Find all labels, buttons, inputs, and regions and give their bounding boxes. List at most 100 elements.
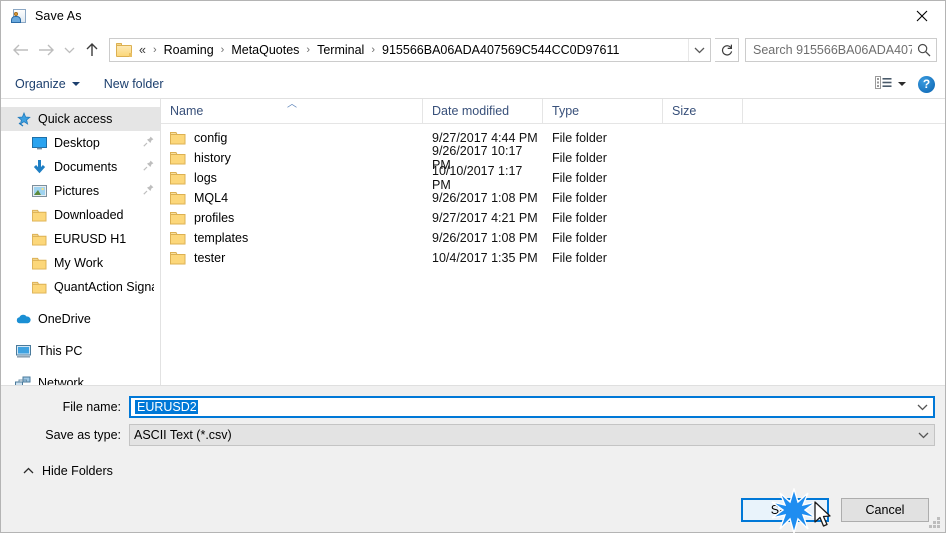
save-as-type-dropdown-icon[interactable]: [912, 431, 934, 439]
search-placeholder: Search 915566BA06ADA40756...: [753, 43, 912, 57]
pin-icon[interactable]: [143, 184, 154, 198]
column-header-type[interactable]: Type: [543, 98, 663, 124]
table-row[interactable]: history 9/26/2017 10:17 PM File folder: [161, 144, 945, 172]
file-name-row: File name: EURUSD2: [11, 396, 935, 418]
hide-folders-label: Hide Folders: [42, 464, 113, 478]
file-name-dropdown-icon[interactable]: [911, 403, 933, 411]
file-name-text: logs: [194, 171, 217, 185]
table-row[interactable]: config 9/27/2017 4:44 PM File folder: [161, 128, 945, 148]
file-name-cell: history: [161, 151, 423, 165]
desktop-icon: [31, 135, 47, 151]
sidebar-item-onedrive[interactable]: OneDrive: [1, 307, 160, 331]
command-bar-right: ?: [875, 69, 935, 99]
file-date-cell: 10/10/2017 1:17 PM: [432, 164, 523, 192]
navigation-bar: « › Roaming › MetaQuotes › Terminal › 91…: [1, 31, 945, 69]
column-header-date-modified[interactable]: Date modified: [423, 98, 543, 124]
save-button[interactable]: Save: [741, 498, 829, 522]
table-row[interactable]: MQL4 9/26/2017 1:08 PM File folder: [161, 188, 945, 208]
save-as-type-select[interactable]: ASCII Text (*.csv): [129, 424, 935, 446]
view-options-icon: [875, 76, 892, 92]
sidebar-item-label: Quick access: [38, 112, 113, 126]
table-row[interactable]: logs 10/10/2017 1:17 PM File folder: [161, 164, 945, 192]
sidebar-item-quantaction-signal[interactable]: QuantAction Signal: [1, 275, 160, 299]
file-name-text: profiles: [194, 211, 235, 225]
breadcrumb-separator: ›: [306, 44, 311, 56]
folder-icon: [170, 231, 186, 245]
breadcrumb-overflow[interactable]: «: [137, 43, 148, 57]
address-bar[interactable]: « › Roaming › MetaQuotes › Terminal › 91…: [109, 38, 711, 62]
sidebar-item-label: Downloaded: [54, 208, 124, 222]
file-name-cell: profiles: [161, 211, 423, 225]
search-input[interactable]: Search 915566BA06ADA40756...: [745, 38, 937, 62]
file-name-input[interactable]: EURUSD2: [129, 396, 935, 418]
breadcrumb: « › Roaming › MetaQuotes › Terminal › 91…: [137, 43, 688, 57]
breadcrumb-item-roaming[interactable]: Roaming: [162, 43, 216, 57]
sidebar-item-documents[interactable]: Documents: [1, 155, 160, 179]
folder-icon: [170, 151, 186, 165]
refresh-icon[interactable]: [715, 38, 739, 62]
file-name-cell: logs: [161, 171, 423, 185]
organize-button[interactable]: Organize: [15, 77, 80, 91]
pictures-icon: [31, 183, 47, 199]
resize-grip[interactable]: [929, 517, 941, 529]
back-icon[interactable]: [7, 37, 33, 63]
file-date-cell: 9/27/2017 4:21 PM: [432, 211, 538, 225]
command-bar: Organize New folder ?: [1, 69, 945, 99]
star-pin-icon: [15, 111, 31, 127]
table-row[interactable]: tester 10/4/2017 1:35 PM File folder: [161, 248, 945, 268]
file-date-cell: 9/26/2017 1:08 PM: [432, 191, 538, 205]
column-header-date-label: Date modified: [432, 104, 510, 118]
recent-locations-icon[interactable]: [59, 37, 79, 63]
column-header-size[interactable]: Size: [663, 98, 743, 124]
dialog-body: Quick access Desktop Documents Pictures Down…: [1, 98, 945, 385]
save-form: File name: EURUSD2 Save as type: ASCII T…: [1, 385, 945, 488]
file-name-cell: MQL4: [161, 191, 423, 205]
sidebar-item-downloaded[interactable]: Downloaded: [1, 203, 160, 227]
sidebar-item-quick-access[interactable]: Quick access: [1, 107, 160, 131]
breadcrumb-separator: ›: [220, 44, 225, 56]
breadcrumb-item-metaquotes[interactable]: MetaQuotes: [229, 43, 301, 57]
breadcrumb-item-current[interactable]: 915566BA06ADA407569C544CC0D97611: [380, 43, 621, 57]
dialog-buttons: Save Cancel: [1, 488, 945, 532]
folder-icon: [116, 43, 132, 57]
sidebar-item-pictures[interactable]: Pictures: [1, 179, 160, 203]
search-icon[interactable]: [912, 43, 936, 57]
sidebar-item-my-work[interactable]: My Work: [1, 251, 160, 275]
sidebar-item-network[interactable]: Network: [1, 371, 160, 385]
cancel-button[interactable]: Cancel: [841, 498, 929, 522]
column-header-type-label: Type: [552, 104, 580, 118]
pin-icon[interactable]: [143, 136, 154, 150]
view-options-button[interactable]: [875, 76, 906, 92]
table-row[interactable]: profiles 9/27/2017 4:21 PM File folder: [161, 208, 945, 228]
file-type-cell: File folder: [552, 131, 607, 145]
title-bar: Save As: [1, 1, 945, 31]
new-folder-label: New folder: [103, 76, 164, 91]
new-folder-button[interactable]: New folder: [104, 77, 164, 91]
save-as-type-label: Save as type:: [45, 428, 121, 442]
column-header-name[interactable]: Name ︿: [161, 98, 423, 124]
file-date-cell: 9/27/2017 4:44 PM: [432, 131, 538, 145]
close-icon[interactable]: [899, 1, 945, 31]
help-icon[interactable]: ?: [918, 75, 935, 93]
pin-icon[interactable]: [143, 160, 154, 174]
address-dropdown-icon[interactable]: [688, 39, 710, 61]
folder-icon: [170, 131, 186, 145]
sidebar-item-desktop[interactable]: Desktop: [1, 131, 160, 155]
forward-icon[interactable]: [33, 37, 59, 63]
breadcrumb-item-terminal[interactable]: Terminal: [315, 43, 366, 57]
hide-folders-button[interactable]: Hide Folders: [11, 452, 935, 488]
file-name-cell: tester: [161, 251, 423, 265]
breadcrumb-separator: ›: [152, 44, 157, 56]
file-type-cell: File folder: [552, 171, 607, 185]
sidebar-item-label: QuantAction Signal: [54, 280, 154, 294]
sidebar-item-eurusd-h1[interactable]: EURUSD H1: [1, 227, 160, 251]
folder-icon: [31, 207, 47, 223]
file-name-text: templates: [194, 231, 249, 245]
folder-icon: [170, 191, 186, 205]
sidebar-item-label: Pictures: [54, 184, 100, 198]
up-icon[interactable]: [79, 37, 105, 63]
sidebar-item-this-pc[interactable]: This PC: [1, 339, 160, 363]
organize-label: Organize: [15, 76, 66, 91]
table-row[interactable]: templates 9/26/2017 1:08 PM File folder: [161, 228, 945, 248]
save-as-type-value: ASCII Text (*.csv): [134, 428, 232, 442]
